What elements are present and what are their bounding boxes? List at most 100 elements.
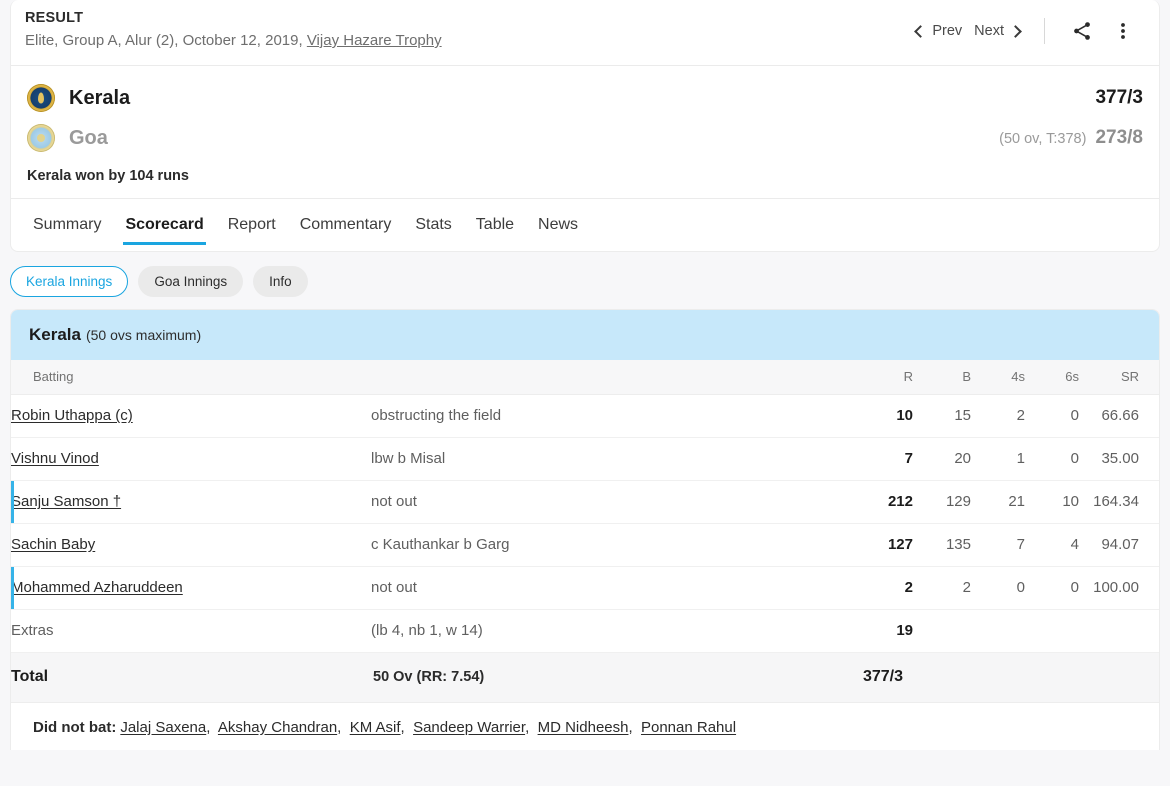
player-link[interactable]: Mohammed Azharuddeen: [11, 579, 183, 596]
pill-info[interactable]: Info: [253, 266, 308, 297]
match-header-row: RESULT Elite, Group A, Alur (2), October…: [11, 0, 1159, 66]
home-score-block: 377/3: [1095, 87, 1143, 109]
tab-table[interactable]: Table: [464, 199, 526, 251]
total-row: Total 50 Ov (RR: 7.54) 377/3: [11, 652, 1159, 702]
table-row: Robin Uthappa (c) obstructing the field …: [11, 394, 1159, 437]
next-match-button[interactable]: Next: [968, 23, 1026, 39]
player-link[interactable]: Sandeep Warrier: [413, 719, 525, 736]
team-row-away: Goa (50 ov, T:378) 273/8: [27, 118, 1143, 158]
tab-summary[interactable]: Summary: [25, 199, 113, 251]
total-blank-4s: [971, 652, 1025, 702]
team-crest-icon: [27, 84, 55, 112]
chevron-right-icon: [1009, 24, 1022, 38]
tab-label: Report: [227, 216, 276, 233]
player-link[interactable]: Sanju Samson †: [11, 493, 121, 510]
total-blank-6s: [1025, 652, 1079, 702]
batting-table-head: Batting R B 4s 6s SR: [11, 360, 1159, 395]
pill-label: Kerala Innings: [26, 274, 113, 289]
batsman-name-cell: Vishnu Vinod: [11, 437, 371, 480]
did-not-bat-section: Did not bat: Jalaj Saxena, Akshay Chandra…: [11, 703, 1159, 750]
runs-cell: 7: [904, 450, 913, 467]
balls-cell: 20: [954, 450, 971, 467]
col-header-sixes: 6s: [1025, 360, 1079, 395]
batsman-name-cell: Robin Uthappa (c): [11, 394, 371, 437]
match-tabs: Summary Scorecard Report Commentary Stat…: [11, 199, 1159, 251]
col-header-balls: B: [913, 360, 971, 395]
match-title-block: RESULT Elite, Group A, Alur (2), October…: [25, 8, 442, 53]
batsman-name-cell: Sachin Baby: [11, 523, 371, 566]
match-meta: Elite, Group A, Alur (2), October 12, 20…: [25, 29, 442, 53]
separator: ,: [206, 718, 218, 736]
pill-kerala-innings[interactable]: Kerala Innings: [10, 266, 129, 297]
did-not-bat-label: Did not bat:: [33, 718, 117, 736]
dismissal-cell: obstructing the field: [371, 407, 502, 424]
player-link[interactable]: Ponnan Rahul: [641, 719, 736, 736]
team-crest-icon: [27, 124, 55, 152]
balls-cell: 2: [962, 579, 971, 596]
player-link[interactable]: Jalaj Saxena: [120, 719, 206, 736]
total-label-cell: Total: [11, 668, 49, 685]
match-result-text: Kerala won by 104 runs: [27, 168, 189, 184]
sixes-cell: 0: [1070, 579, 1079, 596]
tab-news[interactable]: News: [526, 199, 590, 251]
innings-max-overs: (50 ovs maximum): [85, 327, 202, 343]
prev-match-button[interactable]: Prev: [910, 23, 968, 39]
pill-label: Goa Innings: [154, 274, 228, 289]
tab-scorecard[interactable]: Scorecard: [113, 199, 215, 251]
innings-selector: Kerala Innings Goa Innings Info: [0, 252, 1170, 309]
pill-goa-innings[interactable]: Goa Innings: [138, 266, 244, 297]
col-header-runs: R: [851, 360, 913, 395]
match-meta-text: Elite, Group A, Alur (2), October 12, 20…: [25, 32, 307, 49]
player-link[interactable]: Akshay Chandran: [218, 719, 337, 736]
extras-blank-4s: [971, 609, 1025, 652]
balls-cell: 135: [945, 536, 971, 553]
total-blank-b: [913, 652, 971, 702]
player-link[interactable]: KM Asif: [350, 719, 401, 736]
strikerate-cell: 164.34: [1093, 493, 1139, 510]
col-header-blank: [371, 360, 851, 395]
strikerate-cell: 66.66: [1101, 407, 1139, 424]
extras-label-cell: Extras: [11, 609, 371, 652]
table-header-row: Batting R B 4s 6s SR: [11, 360, 1159, 395]
innings-scorecard: Kerala (50 ovs maximum) Batting R B 4s 6s…: [10, 309, 1160, 750]
home-team-score: 377/3: [1095, 87, 1143, 108]
batting-table: Batting R B 4s 6s SR Robin Uthappa (c) o…: [11, 360, 1159, 703]
fours-cell: 21: [1008, 493, 1025, 510]
sixes-cell: 4: [1070, 536, 1079, 553]
extras-breakdown-cell: (lb 4, nb 1, w 14): [371, 622, 483, 639]
tab-label: Table: [475, 216, 515, 233]
extras-blank-6s: [1025, 609, 1079, 652]
fours-cell: 0: [1016, 579, 1025, 596]
extras-row: Extras (lb 4, nb 1, w 14) 19: [11, 609, 1159, 652]
pill-label: Info: [269, 274, 292, 289]
share-button[interactable]: [1061, 20, 1103, 42]
player-link[interactable]: Vishnu Vinod: [11, 450, 99, 467]
innings-banner: Kerala (50 ovs maximum): [11, 310, 1159, 360]
dismissal-cell: lbw b Misal: [371, 450, 446, 467]
next-label: Next: [974, 23, 1004, 39]
header-navigation: Prev Next: [910, 8, 1143, 44]
tab-commentary[interactable]: Commentary: [288, 199, 404, 251]
tab-label: Summary: [33, 216, 102, 233]
separator: ,: [525, 718, 538, 736]
sixes-cell: 10: [1062, 493, 1079, 510]
batsman-name-cell: Sanju Samson †: [11, 480, 371, 523]
sixes-cell: 0: [1070, 450, 1079, 467]
runs-cell: 127: [887, 536, 913, 553]
more-options-button[interactable]: [1103, 20, 1143, 42]
player-link[interactable]: Sachin Baby: [11, 536, 95, 553]
dismissal-cell: c Kauthankar b Garg: [371, 536, 510, 553]
balls-cell: 129: [945, 493, 971, 510]
strikerate-cell: 100.00: [1093, 579, 1139, 596]
tab-stats[interactable]: Stats: [403, 199, 463, 251]
col-header-strikerate: SR: [1079, 360, 1159, 395]
player-link[interactable]: MD Nidheesh: [538, 719, 629, 736]
series-link[interactable]: Vijay Hazare Trophy: [307, 32, 442, 49]
player-link[interactable]: Robin Uthappa (c): [11, 407, 133, 424]
tab-report[interactable]: Report: [216, 199, 288, 251]
extras-label: Extras: [11, 622, 54, 639]
fours-cell: 1: [1016, 450, 1025, 467]
batting-table-body: Robin Uthappa (c) obstructing the field …: [11, 394, 1159, 702]
away-team-name: Goa: [69, 126, 108, 149]
extras-blank-sr: [1079, 609, 1159, 652]
